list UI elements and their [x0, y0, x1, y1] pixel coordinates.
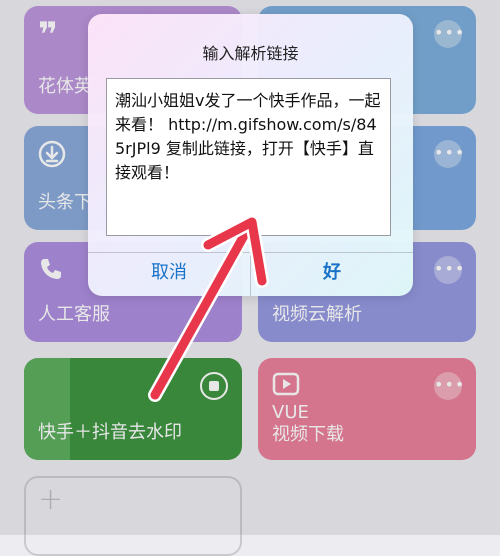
ok-button[interactable]: 好: [251, 253, 413, 296]
dialog-button-row: 取消 好: [88, 252, 413, 296]
cancel-button[interactable]: 取消: [88, 253, 250, 296]
link-text-field[interactable]: 潮汕小姐姐v发了一个快手作品，一起来看！ http://m.gifshow.co…: [106, 78, 391, 236]
dialog-title: 输入解析链接: [202, 44, 299, 63]
input-dialog: 输入解析链接 潮汕小姐姐v发了一个快手作品，一起来看！ http://m.gif…: [88, 14, 413, 296]
